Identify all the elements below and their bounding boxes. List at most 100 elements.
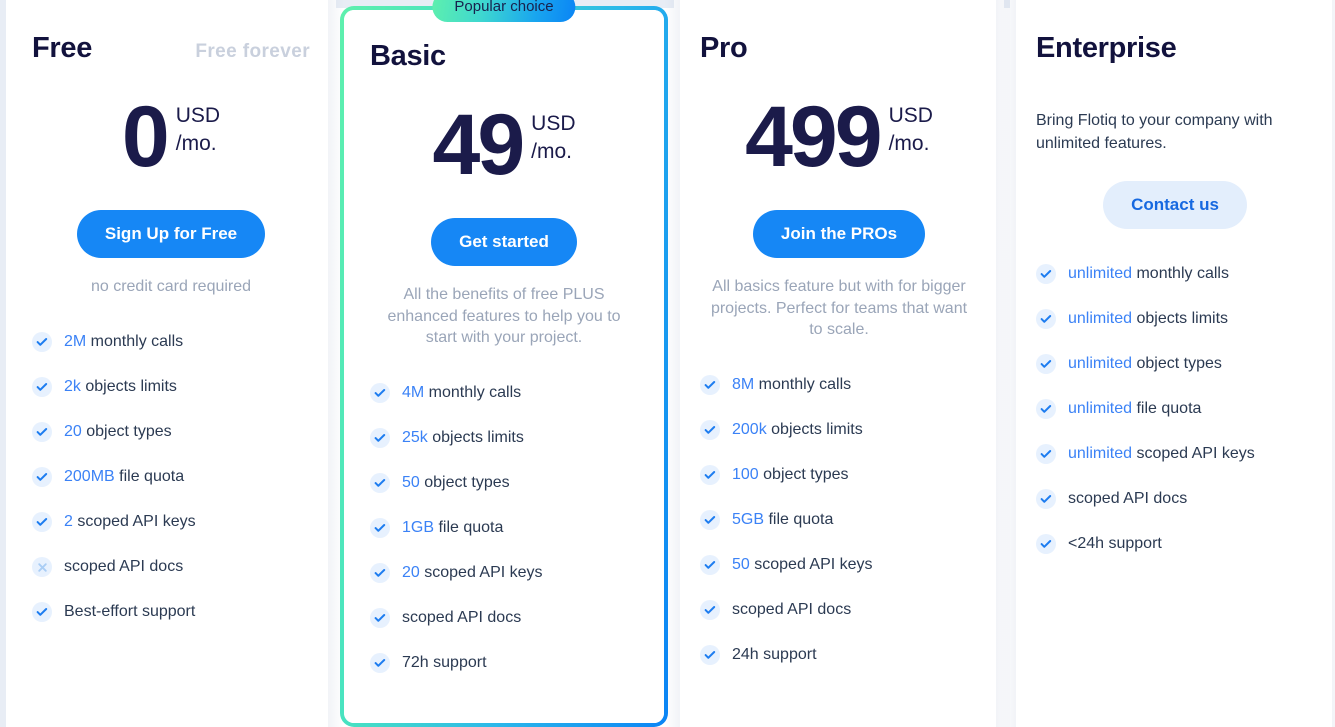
pricing-card-pro[interactable]: Pro 499 USD/mo. Join the PROs All basics fea… xyxy=(664,0,1012,727)
feature-rest: file quota xyxy=(114,468,185,486)
feature-rest: scoped API docs xyxy=(402,609,522,627)
feature-rest: file quota xyxy=(434,519,504,537)
feature-rest: scoped API keys xyxy=(419,564,543,582)
feature-label: unlimited file quota xyxy=(1068,400,1201,418)
check-icon xyxy=(370,608,390,629)
check-icon xyxy=(1036,533,1056,554)
feature-rest: object types xyxy=(758,466,849,484)
feature-quantity: unlimited xyxy=(1068,309,1133,327)
feature-label: 50 object types xyxy=(402,474,510,492)
check-icon xyxy=(370,428,390,449)
feature-item: unlimited objects limits xyxy=(1036,296,1314,341)
plan-note: All basics feature but with for bigger p… xyxy=(710,278,968,339)
pricing-card-list: Free Free forever 0 USD/mo. Sign Up for Free… xyxy=(0,0,1335,727)
plan-note: All the benefits of free PLUS enhanced f… xyxy=(387,286,621,347)
pricing-card-free[interactable]: Free Free forever 0 USD/mo. Sign Up for Free… xyxy=(6,0,344,727)
plan-name: Enterprise xyxy=(1036,32,1177,64)
check-icon xyxy=(32,512,52,533)
feature-rest: scoped API keys xyxy=(749,556,873,574)
feature-item: 24h support xyxy=(700,633,978,678)
price-amount: 0 xyxy=(121,89,170,185)
check-icon xyxy=(32,602,52,623)
check-icon xyxy=(700,645,720,666)
feature-rest: Best-effort support xyxy=(64,603,196,621)
feature-label: 50 scoped API keys xyxy=(732,556,873,574)
check-icon xyxy=(32,422,52,443)
feature-label: unlimited objects limits xyxy=(1068,310,1228,328)
feature-item: scoped API docs xyxy=(1036,476,1314,521)
feature-label: 100 object types xyxy=(732,466,849,484)
feature-rest: monthly calls xyxy=(1132,264,1229,282)
feature-label: <24h support xyxy=(1068,535,1162,553)
feature-quantity: unlimited xyxy=(1068,444,1133,462)
feature-item: 2k objects limits xyxy=(32,365,310,410)
plan-cta-button[interactable]: Join the PROs xyxy=(752,210,926,258)
feature-quantity: 100 xyxy=(732,466,759,484)
check-icon xyxy=(700,510,720,531)
feature-rest: scoped API docs xyxy=(64,558,184,576)
feature-rest: <24h support xyxy=(1068,534,1162,552)
cta-container: Contact us xyxy=(1036,181,1314,230)
plan-price: 0 USD/mo. xyxy=(32,89,310,185)
feature-rest: 72h support xyxy=(402,654,487,672)
plan-cta-button[interactable]: Get started xyxy=(431,218,577,266)
feature-item: 5GB file quota xyxy=(700,498,978,543)
feature-list: unlimited monthly calls unlimited objects… xyxy=(1036,251,1314,566)
feature-label: Best-effort support xyxy=(64,603,195,621)
check-icon xyxy=(32,377,52,398)
feature-item: 2M monthly calls xyxy=(32,320,310,365)
check-icon xyxy=(370,518,390,539)
plan-header: Basic xyxy=(370,40,638,84)
feature-quantity: 50 xyxy=(402,474,420,492)
feature-rest: objects limits xyxy=(427,429,524,447)
plan-header: Enterprise xyxy=(1036,32,1314,76)
pricing-card-enterprise[interactable]: Enterprise Bring Flotiq to your company w… xyxy=(1000,0,1335,727)
feature-rest: object types xyxy=(1132,354,1222,372)
check-icon xyxy=(700,420,720,441)
plan-price: 49 USD/mo. xyxy=(370,102,638,192)
feature-label: 1GB file quota xyxy=(402,519,503,537)
plan-cta-button[interactable]: Sign Up for Free xyxy=(76,210,266,258)
feature-item: 2 scoped API keys xyxy=(32,500,310,545)
feature-item: <24h support xyxy=(1036,521,1314,566)
feature-label: 25k objects limits xyxy=(402,429,524,447)
pricing-card-basic[interactable]: Popular choice Basic 49 USD/mo. Get started A… xyxy=(340,0,668,727)
feature-quantity: 2k xyxy=(64,378,81,396)
feature-label: scoped API docs xyxy=(732,601,851,619)
feature-label: 2k objects limits xyxy=(64,378,177,396)
feature-item: 200k objects limits xyxy=(700,408,978,453)
close-icon xyxy=(32,557,52,578)
plan-header: Free Free forever xyxy=(32,32,310,76)
feature-label: 5GB file quota xyxy=(732,511,833,529)
pricing-card-inner: Basic 49 USD/mo. Get started All the benefit… xyxy=(344,10,664,723)
feature-item: scoped API docs xyxy=(700,588,978,633)
feature-quantity: 200MB xyxy=(64,468,115,486)
feature-quantity: 2M xyxy=(64,333,87,351)
feature-label: 72h support xyxy=(402,654,487,672)
feature-item: unlimited file quota xyxy=(1036,386,1314,431)
feature-item: 4M monthly calls xyxy=(370,371,638,416)
feature-label: unlimited scoped API keys xyxy=(1068,445,1255,463)
plan-name: Basic xyxy=(370,40,446,72)
feature-quantity: 8M xyxy=(732,376,755,394)
check-icon xyxy=(1036,353,1056,374)
feature-item: scoped API docs xyxy=(370,596,638,641)
feature-rest: file quota xyxy=(764,511,834,529)
plan-cta-button[interactable]: Contact us xyxy=(1103,181,1247,230)
feature-quantity: 1GB xyxy=(402,519,435,537)
price-currency: USD xyxy=(175,104,221,127)
check-icon xyxy=(370,473,390,494)
popular-choice-badge: Popular choice xyxy=(432,0,576,22)
feature-label: scoped API docs xyxy=(64,558,183,576)
feature-rest: monthly calls xyxy=(754,376,852,394)
feature-label: 2M monthly calls xyxy=(64,333,183,351)
feature-item: 72h support xyxy=(370,641,638,686)
feature-rest: scoped API keys xyxy=(1132,444,1255,462)
feature-rest: scoped API docs xyxy=(732,601,852,619)
check-icon xyxy=(1036,398,1056,419)
feature-label: 8M monthly calls xyxy=(732,376,851,394)
check-icon xyxy=(700,375,720,396)
feature-label: unlimited monthly calls xyxy=(1068,265,1229,283)
price-period: /mo. xyxy=(175,132,217,156)
plan-name: Pro xyxy=(700,32,748,64)
